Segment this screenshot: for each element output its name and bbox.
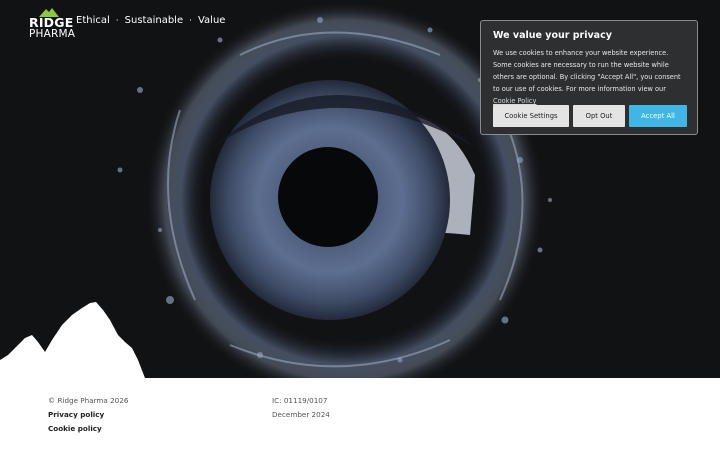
- cookie-button-row: Cookie Settings Opt Out Accept All: [493, 105, 687, 127]
- footer: © Ridge Pharma 2026 Privacy policy Cooki…: [0, 378, 720, 450]
- cookie-settings-button[interactable]: Cookie Settings: [493, 105, 569, 127]
- accept-all-button[interactable]: Accept All: [629, 105, 687, 127]
- copyright-text: © Ridge Pharma 2026: [48, 396, 129, 405]
- logo-text-pharma: PHARMA: [29, 28, 76, 40]
- cookie-consent-dialog: We value your privacy We use cookies to …: [480, 20, 698, 135]
- ic-code-text: IC: 01119/0107: [272, 396, 328, 405]
- ridge-pharma-logo[interactable]: RIDGE PHARMA: [29, 8, 75, 40]
- mountain-silhouette: [0, 302, 145, 378]
- date-text: December 2024: [272, 410, 330, 419]
- tagline-value: Value: [197, 15, 226, 26]
- cookie-dialog-body: We use cookies to enhance your website e…: [493, 47, 685, 107]
- opt-out-button[interactable]: Opt Out: [573, 105, 625, 127]
- cookie-dialog-title: We value your privacy: [493, 30, 612, 41]
- cookie-dialog-text: We use cookies to enhance your website e…: [493, 49, 681, 93]
- footer-legal-column: © Ridge Pharma 2026 Privacy policy Cooki…: [48, 394, 128, 436]
- tagline-ethical: Ethical: [76, 15, 110, 26]
- tagline-separator: ·: [115, 15, 119, 26]
- footer-info-column: IC: 01119/0107 December 2024: [272, 394, 330, 422]
- cookie-policy-link[interactable]: Cookie Policy: [493, 97, 536, 105]
- privacy-policy-link[interactable]: Privacy policy: [48, 408, 128, 422]
- tagline-separator: ·: [189, 15, 192, 26]
- tagline-sustainable: Sustainable: [124, 15, 184, 26]
- hero-banner: RIDGE PHARMA Ethical · Sustainable · Val…: [0, 0, 720, 378]
- cookie-policy-footer-link[interactable]: Cookie policy: [48, 422, 128, 436]
- tagline: Ethical · Sustainable · Value: [76, 15, 225, 26]
